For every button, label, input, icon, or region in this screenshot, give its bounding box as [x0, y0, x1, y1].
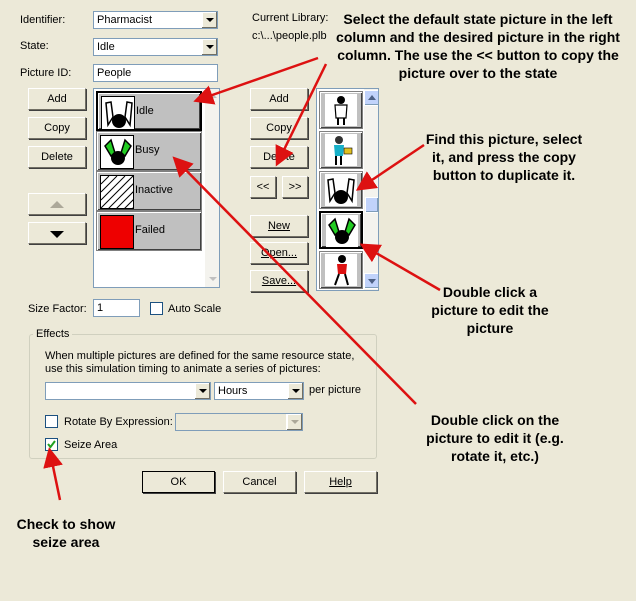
ok-button[interactable]: OK — [142, 471, 215, 493]
scroll-thumb[interactable] — [365, 197, 378, 213]
library-item-doctor[interactable] — [319, 91, 363, 129]
chevron-up-icon — [368, 95, 376, 100]
identifier-value: Pharmacist — [97, 14, 153, 26]
library-item-idle[interactable] — [319, 171, 363, 209]
state-list-scrollbar[interactable] — [204, 89, 219, 287]
idle-person-icon — [101, 96, 135, 130]
annotation-find-picture: Find this picture, select it, and press … — [425, 131, 583, 183]
runner-person-icon — [325, 254, 357, 286]
scroll-up-button[interactable] — [364, 90, 378, 106]
annotation-double-click-edit: Double click a picture to edit the pictu… — [431, 284, 549, 336]
scroll-down-button[interactable] — [364, 273, 378, 289]
scroll-up-icon[interactable] — [209, 94, 217, 98]
library-delete-button[interactable]: Delete — [250, 146, 308, 168]
identifier-dropdown[interactable]: Pharmacist — [93, 11, 218, 29]
chevron-down-icon[interactable] — [201, 39, 217, 55]
list-item-label: Idle — [136, 105, 154, 117]
copy-to-state-button[interactable]: << — [250, 176, 276, 198]
state-dropdown[interactable]: Idle — [93, 38, 218, 56]
identifier-label: Identifier: — [20, 14, 66, 26]
auto-scale-label: Auto Scale — [168, 303, 222, 315]
inactive-hatch-icon — [100, 175, 134, 209]
timing-dropdown[interactable] — [45, 382, 211, 400]
state-picture-list[interactable]: Idle Busy Inactive Failed — [93, 88, 220, 288]
add-picture-button[interactable]: Add — [28, 88, 86, 110]
carrier-person-icon — [325, 134, 357, 166]
size-factor-input[interactable]: 1 — [93, 299, 140, 317]
size-factor-label: Size Factor: — [28, 303, 87, 315]
library-add-button[interactable]: Add — [250, 88, 308, 110]
chevron-down-icon[interactable] — [194, 383, 210, 399]
annotation-check-seize: Check to show seize area — [16, 516, 116, 550]
failed-red-square-icon — [100, 215, 134, 249]
library-item-runner[interactable] — [319, 251, 363, 289]
auto-scale-checkbox[interactable] — [150, 302, 163, 315]
list-item-inactive[interactable]: Inactive — [96, 171, 202, 211]
copy-to-library-button[interactable]: >> — [282, 176, 308, 198]
units-dropdown[interactable]: Hours — [214, 382, 304, 400]
list-item-label: Inactive — [135, 184, 173, 196]
picture-id-input[interactable]: People — [93, 64, 218, 82]
state-label: State: — [20, 40, 49, 52]
scroll-down-icon[interactable] — [209, 277, 217, 281]
save-library-button[interactable]: Save... — [250, 270, 308, 292]
new-library-button[interactable]: New — [250, 215, 308, 237]
arrow-down-icon — [50, 231, 64, 238]
current-library-path: c:\...\people.plb — [252, 30, 327, 42]
idle-person-icon — [325, 174, 357, 206]
list-item-busy[interactable]: Busy — [96, 131, 202, 171]
current-library-label: Current Library: — [252, 12, 329, 24]
chevron-down-icon — [368, 279, 376, 284]
busy-person-icon — [326, 215, 358, 247]
chevron-down-icon[interactable] — [201, 12, 217, 28]
library-list-scrollbar[interactable] — [363, 89, 378, 290]
copy-picture-button[interactable]: Copy — [28, 117, 86, 139]
annotation-select-default: Select the default state picture in the … — [336, 11, 620, 81]
checkmark-icon — [47, 440, 56, 449]
move-down-button[interactable] — [28, 222, 86, 244]
help-button[interactable]: Help — [304, 471, 377, 493]
rotate-by-expression-checkbox[interactable] — [45, 415, 58, 428]
seize-area-label: Seize Area — [64, 439, 118, 451]
library-item-carrier[interactable] — [319, 131, 363, 169]
seize-area-checkbox[interactable] — [45, 438, 58, 451]
effects-group-label: Effects — [33, 328, 73, 340]
library-copy-button[interactable]: Copy — [250, 117, 308, 139]
delete-picture-button[interactable]: Delete — [28, 146, 86, 168]
picture-id-label: Picture ID: — [20, 67, 72, 79]
library-picture-list[interactable] — [316, 88, 379, 291]
list-item-idle[interactable]: Idle — [96, 91, 202, 131]
rotate-expression-dropdown[interactable] — [175, 413, 303, 431]
open-library-button[interactable]: Open... — [250, 242, 308, 264]
busy-person-icon — [100, 135, 134, 169]
doctor-person-icon — [325, 94, 357, 126]
chevron-down-icon[interactable] — [287, 383, 303, 399]
move-up-button[interactable] — [28, 193, 86, 215]
arrow-to-seize-checkbox — [43, 447, 63, 501]
cancel-button[interactable]: Cancel — [223, 471, 296, 493]
annotation-double-click-rotate: Double click on the picture to edit it (… — [426, 412, 564, 464]
per-picture-label: per picture — [309, 384, 361, 396]
state-value: Idle — [97, 41, 115, 53]
rotate-by-expression-label: Rotate By Expression: — [64, 416, 173, 428]
list-item-label: Failed — [135, 224, 165, 236]
list-item-failed[interactable]: Failed — [96, 211, 202, 251]
effects-description: When multiple pictures are defined for t… — [45, 350, 355, 375]
list-item-label: Busy — [135, 144, 160, 156]
units-value: Hours — [218, 385, 248, 397]
chevron-down-icon[interactable] — [286, 414, 302, 430]
library-item-busy[interactable] — [319, 211, 363, 249]
arrow-up-icon — [50, 201, 64, 208]
